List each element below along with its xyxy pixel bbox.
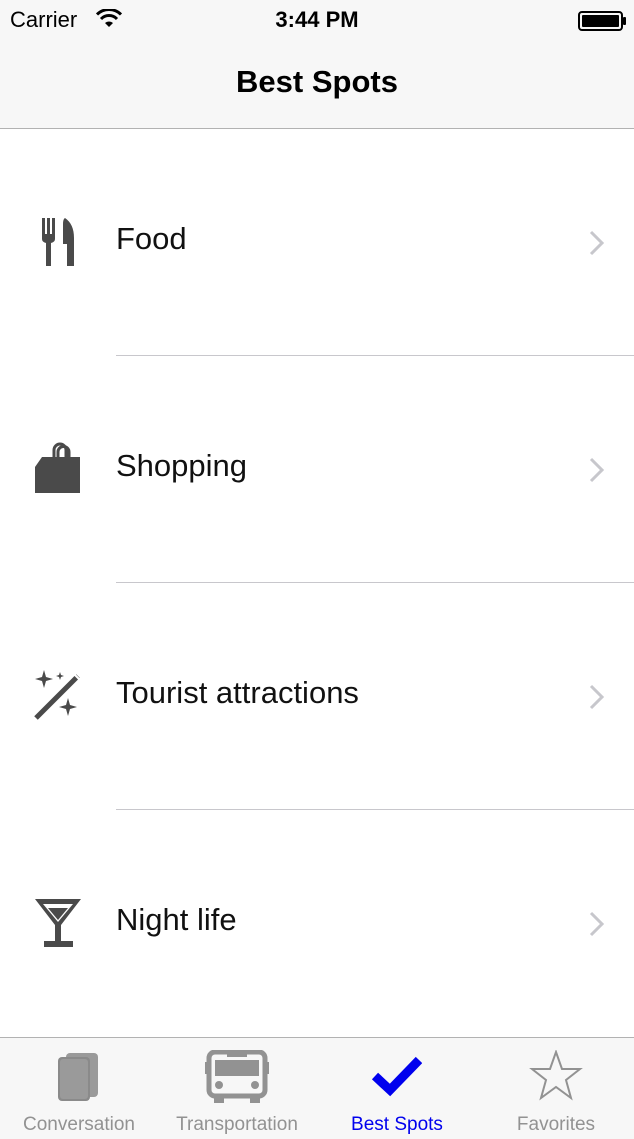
tab-label: Conversation xyxy=(23,1114,135,1135)
tab-best-spots[interactable]: Best Spots xyxy=(316,1038,478,1139)
magic-wand-icon xyxy=(34,670,83,720)
bus-icon xyxy=(205,1050,269,1103)
book-icon xyxy=(58,1053,98,1101)
battery-icon xyxy=(578,11,626,31)
list-item-shopping[interactable]: Shopping xyxy=(0,356,634,583)
chevron-right-icon xyxy=(589,457,605,483)
star-icon xyxy=(529,1050,583,1101)
tab-label: Transportation xyxy=(176,1114,298,1135)
tab-label: Favorites xyxy=(516,1114,596,1135)
list-item-label: Shopping xyxy=(116,448,248,483)
navigation-bar: Best Spots xyxy=(0,40,634,129)
tab-label: Best Spots xyxy=(351,1114,443,1135)
list-item-label: Tourist attractions xyxy=(116,675,359,710)
chevron-right-icon xyxy=(589,684,605,710)
chevron-right-icon xyxy=(589,911,605,937)
status-bar: Carrier 3:44 PM xyxy=(0,0,634,40)
tab-bar: Conversation Transportation Best Spots F… xyxy=(0,1037,634,1139)
list-item-food[interactable]: Food xyxy=(0,129,634,356)
page-title: Best Spots xyxy=(236,64,398,99)
checkmark-icon xyxy=(372,1056,422,1097)
category-list: Food Shopping Tourist attractions Night … xyxy=(0,129,634,1037)
tab-conversation[interactable]: Conversation xyxy=(0,1038,158,1139)
list-item-label: Food xyxy=(116,221,187,256)
cocktail-glass-icon xyxy=(35,899,81,947)
list-item-label: Night life xyxy=(116,902,237,937)
list-item-tourist-attractions[interactable]: Tourist attractions xyxy=(0,583,634,810)
tab-favorites[interactable]: Favorites xyxy=(478,1038,634,1139)
clock: 3:44 PM xyxy=(275,7,359,32)
shopping-bag-icon xyxy=(35,442,80,493)
list-item-night-life[interactable]: Night life xyxy=(0,810,634,1037)
chevron-right-icon xyxy=(589,230,605,256)
tab-transportation[interactable]: Transportation xyxy=(158,1038,316,1139)
fork-knife-icon xyxy=(42,218,74,266)
